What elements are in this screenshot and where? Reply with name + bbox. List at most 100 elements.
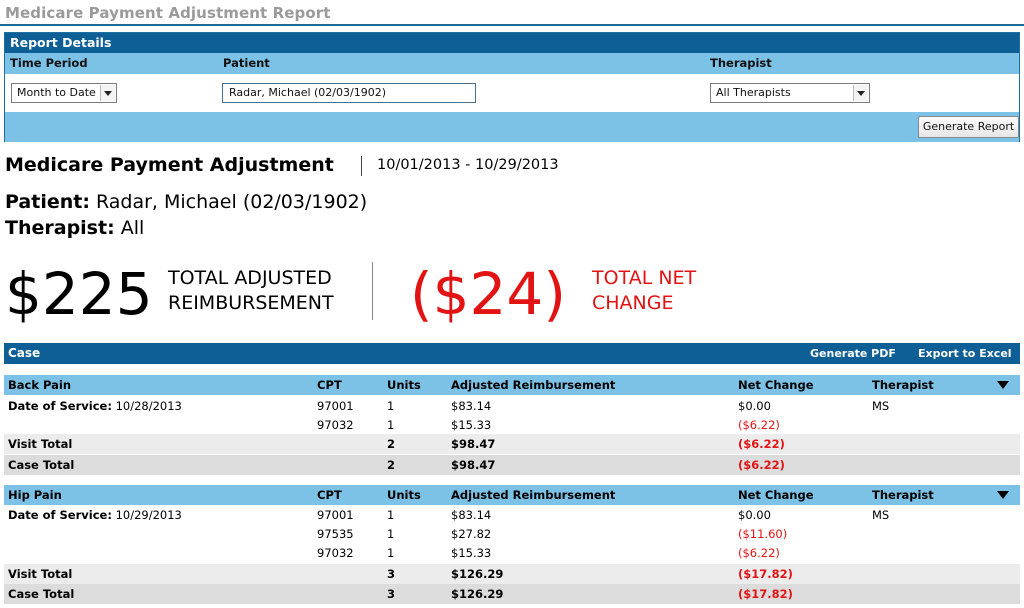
units-cell: 2 [387, 437, 396, 451]
collapse-triangle-icon[interactable] [997, 381, 1009, 389]
collapse-triangle-icon[interactable] [997, 491, 1009, 499]
therapist-cell: MS [872, 508, 890, 522]
visit-total-label: Visit Total [8, 567, 73, 581]
adjusted-cell: $126.29 [451, 587, 504, 601]
therapist-select[interactable]: All Therapists [710, 83, 870, 103]
col-units: Units [387, 378, 421, 392]
title-divider [0, 24, 1024, 26]
time-period-label: Time Period [10, 56, 88, 70]
cpt-cell: 97535 [317, 527, 354, 541]
case-name: Hip Pain [8, 488, 62, 502]
col-units: Units [387, 488, 421, 502]
net-change-cell: $0.00 [738, 508, 771, 522]
units-cell: 1 [387, 508, 395, 522]
net-change-cell: ($17.82) [738, 587, 793, 601]
export-excel-link[interactable]: Export to Excel [918, 343, 1012, 364]
patient-input-value: Radar, Michael (02/03/1902) [229, 86, 386, 99]
visit-total-row: Visit Total 2 $98.47 ($6.22) [4, 434, 1020, 454]
units-cell: 1 [387, 418, 395, 432]
case-header-row: Hip Pain CPT Units Adjusted Reimbursemen… [4, 485, 1020, 505]
total-net-change-amount: ($24) [410, 260, 566, 328]
units-cell: 2 [387, 458, 396, 472]
cpt-cell: 97032 [317, 546, 354, 560]
therapist-select-value: All Therapists [716, 86, 791, 99]
case-total-label: Case Total [8, 458, 75, 472]
total-net-label-line2: CHANGE [592, 292, 674, 314]
net-change-cell: ($17.82) [738, 567, 793, 581]
total-adjusted-label-line1: TOTAL ADJUSTED [168, 267, 332, 289]
time-period-select[interactable]: Month to Date [11, 83, 117, 103]
therapist-info-label: Therapist: [5, 217, 115, 239]
units-cell: 3 [387, 567, 396, 581]
total-adjusted-label: TOTAL ADJUSTED REIMBURSEMENT [168, 266, 334, 316]
report-details-labels: Time Period Patient Therapist [5, 53, 1019, 74]
units-cell: 3 [387, 587, 396, 601]
total-net-label-line1: TOTAL NET [592, 267, 697, 289]
patient-info: Patient: Radar, Michael (02/03/1902) [5, 191, 367, 213]
col-cpt: CPT [317, 378, 342, 392]
generate-pdf-link[interactable]: Generate PDF [810, 343, 896, 364]
adjusted-cell: $126.29 [451, 567, 504, 581]
dropdown-arrow-icon[interactable] [100, 85, 115, 101]
col-therapist: Therapist [872, 378, 934, 392]
therapist-label: Therapist [710, 56, 772, 70]
case-header-row: Back Pain CPT Units Adjusted Reimburseme… [4, 375, 1020, 395]
summary-divider [372, 262, 373, 320]
table-row: Date of Service: 10/29/2013 97001 1 $83.… [4, 505, 1020, 525]
summary-title: Medicare Payment Adjustment [5, 154, 334, 176]
patient-label: Patient [223, 56, 270, 70]
therapist-info: Therapist: All [5, 217, 144, 239]
report-details-panel: Report Details Time Period Patient Thera… [4, 32, 1020, 142]
net-change-cell: ($11.60) [738, 527, 788, 541]
adjusted-cell: $83.14 [451, 508, 492, 522]
generate-report-button[interactable]: Generate Report [918, 116, 1019, 138]
total-adjusted-amount: $225 [5, 260, 153, 328]
net-change-cell: ($6.22) [738, 418, 780, 432]
table-row: 97032 1 $15.33 ($6.22) [4, 543, 1020, 563]
summary-title-separator [361, 156, 362, 176]
report-details-controls: Month to Date Radar, Michael (02/03/1902… [5, 74, 1019, 112]
patient-info-value: Radar, Michael (02/03/1902) [95, 191, 368, 213]
table-row: 97535 1 $27.82 ($11.60) [4, 524, 1020, 544]
col-adjusted: Adjusted Reimbursement [451, 488, 616, 502]
col-cpt: CPT [317, 488, 342, 502]
units-cell: 1 [387, 527, 395, 541]
time-period-value: Month to Date [17, 86, 96, 99]
adjusted-cell: $15.33 [451, 546, 492, 560]
report-details-header: Report Details [5, 33, 1019, 53]
date-of-service: Date of Service: 10/28/2013 [8, 396, 182, 416]
total-adjusted-label-line2: REIMBURSEMENT [168, 292, 334, 314]
patient-input[interactable]: Radar, Michael (02/03/1902) [222, 83, 476, 103]
dos-label: Date of Service: [8, 508, 112, 522]
adjusted-cell: $83.14 [451, 399, 492, 413]
case-header-title: Case [8, 346, 41, 360]
net-change-cell: ($6.22) [738, 437, 785, 451]
summary-date-range: 10/01/2013 - 10/29/2013 [377, 157, 559, 173]
net-change-cell: ($6.22) [738, 458, 785, 472]
net-change-cell: ($6.22) [738, 546, 780, 560]
table-row: Date of Service: 10/28/2013 97001 1 $83.… [4, 396, 1020, 416]
therapist-cell: MS [872, 399, 890, 413]
table-row: 97032 1 $15.33 ($6.22) [4, 415, 1020, 435]
case-name: Back Pain [8, 378, 72, 392]
adjusted-cell: $98.47 [451, 437, 496, 451]
adjusted-cell: $15.33 [451, 418, 492, 432]
units-cell: 1 [387, 546, 395, 560]
dropdown-arrow-icon[interactable] [853, 85, 868, 101]
date-of-service: Date of Service: 10/29/2013 [8, 505, 182, 525]
visit-total-label: Visit Total [8, 437, 73, 451]
col-net-change: Net Change [738, 488, 814, 502]
case-total-row: Case Total 3 $126.29 ($17.82) [4, 584, 1020, 604]
case-section-header: Case Generate PDF Export to Excel [4, 343, 1020, 364]
cpt-cell: 97001 [317, 508, 354, 522]
page-title: Medicare Payment Adjustment Report [5, 4, 331, 22]
dos-label: Date of Service: [8, 399, 112, 413]
col-adjusted: Adjusted Reimbursement [451, 378, 616, 392]
cpt-cell: 97001 [317, 399, 354, 413]
case-total-row: Case Total 2 $98.47 ($6.22) [4, 455, 1020, 475]
dos-value: 10/28/2013 [115, 399, 182, 413]
patient-info-label: Patient: [5, 191, 90, 213]
dos-value: 10/29/2013 [115, 508, 182, 522]
adjusted-cell: $27.82 [451, 527, 492, 541]
total-net-change-label: TOTAL NET CHANGE [592, 266, 696, 316]
